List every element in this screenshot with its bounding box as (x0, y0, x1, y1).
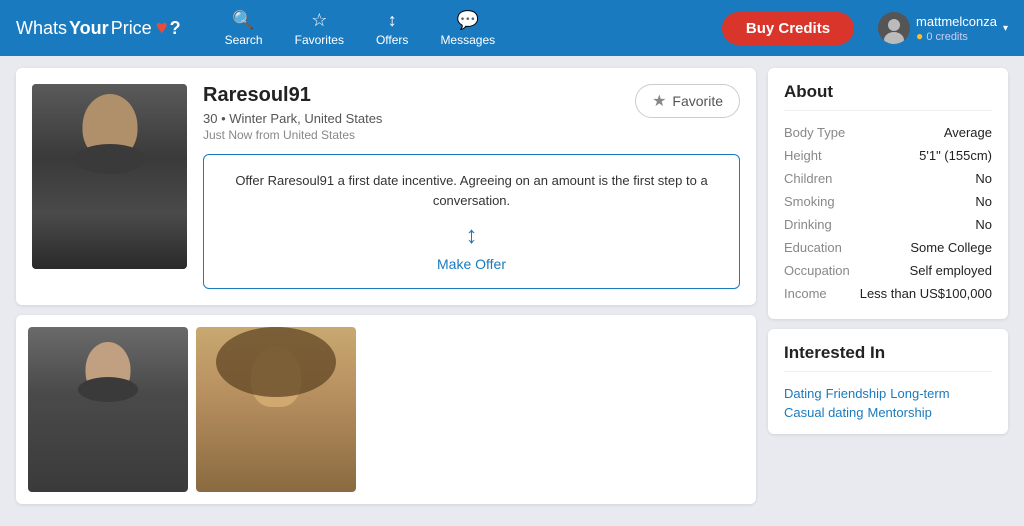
buy-credits-button[interactable]: Buy Credits (722, 12, 854, 45)
info-label: Smoking (784, 194, 835, 209)
interest-tag: Dating (784, 386, 822, 401)
about-rows: Body Type Average Height 5'1" (155cm) Childr… (784, 121, 992, 305)
interest-tag: Long-term (890, 386, 949, 401)
info-value: Self employed (910, 263, 992, 278)
nav-search-label: Search (225, 33, 263, 47)
interested-tags: Dating FriendshipLong-term Casual dating Me… (784, 382, 992, 420)
left-column: Raresoul91 30 • Winter Park, United Stat… (16, 68, 756, 504)
photo-thumb-1[interactable] (28, 327, 188, 492)
profile-age: 30 (203, 111, 217, 126)
logo-price: Price (111, 18, 152, 39)
nav-search[interactable]: 🔍 Search (213, 6, 275, 51)
profile-name: Raresoul91 (203, 84, 635, 107)
about-row: Occupation Self employed (784, 259, 992, 282)
info-label: Occupation (784, 263, 850, 278)
offer-text: Offer Raresoul91 a first date incentive.… (220, 171, 723, 210)
about-title: About (784, 82, 992, 111)
info-label: Education (784, 240, 842, 255)
main-content: Raresoul91 30 • Winter Park, United Stat… (0, 56, 1024, 516)
interest-tag: Friendship (826, 386, 887, 401)
chevron-down-icon: ▾ (1003, 23, 1008, 34)
profile-image (32, 84, 187, 269)
main-nav: 🔍 Search ☆ Favorites ↕ Offers 💬 Messages (213, 6, 508, 51)
about-row: Height 5'1" (155cm) (784, 144, 992, 167)
logo: WhatsYourPrice♥? (16, 17, 181, 40)
profile-meta: 30 • Winter Park, United States (203, 111, 635, 126)
user-name: mattmelconza (916, 14, 997, 29)
about-row: Children No (784, 167, 992, 190)
nav-offers-label: Offers (376, 33, 408, 47)
right-column: About Body Type Average Height 5'1" (155cm)… (768, 68, 1008, 504)
about-row: Drinking No (784, 213, 992, 236)
nav-messages[interactable]: 💬 Messages (428, 6, 507, 51)
user-details: mattmelconza ● 0 credits (916, 14, 997, 43)
about-row: Income Less than US$100,000 (784, 282, 992, 305)
nav-favorites[interactable]: ☆ Favorites (283, 6, 356, 51)
nav-favorites-label: Favorites (295, 33, 344, 47)
favorite-button[interactable]: ★ Favorite (635, 84, 740, 118)
messages-icon: 💬 (457, 10, 479, 31)
info-value: No (975, 171, 992, 186)
about-row: Body Type Average (784, 121, 992, 144)
nav-messages-label: Messages (440, 33, 495, 47)
interest-tag: Casual dating (784, 405, 864, 420)
info-value: 5'1" (155cm) (919, 148, 992, 163)
about-row: Education Some College (784, 236, 992, 259)
profile-status: Just Now from United States (203, 128, 635, 142)
info-label: Body Type (784, 125, 845, 140)
search-icon: 🔍 (232, 10, 254, 31)
info-value: No (975, 217, 992, 232)
profile-photo (32, 84, 187, 269)
info-value: No (975, 194, 992, 209)
interested-card: Interested In Dating FriendshipLong-term C… (768, 329, 1008, 434)
user-credits: ● 0 credits (916, 29, 997, 43)
logo-your: Your (69, 18, 109, 39)
profile-location: Winter Park, United States (229, 111, 382, 126)
info-value: Less than US$100,000 (860, 286, 992, 301)
offers-icon: ↕ (388, 10, 397, 31)
profile-info: Raresoul91 30 • Winter Park, United Stat… (203, 84, 740, 289)
photo-thumb-2[interactable] (196, 327, 356, 492)
credits-amount: 0 credits (926, 31, 968, 43)
info-label: Children (784, 171, 832, 186)
user-menu[interactable]: mattmelconza ● 0 credits ▾ (878, 12, 1008, 44)
offer-transfer-icon: ↕ (220, 222, 723, 250)
star-icon: ★ (652, 91, 666, 111)
info-label: Height (784, 148, 822, 163)
avatar (878, 12, 910, 44)
question-icon: ? (170, 18, 181, 39)
logo-whats: Whats (16, 18, 67, 39)
nav-offers[interactable]: ↕ Offers (364, 6, 420, 51)
interest-tag: Mentorship (868, 405, 932, 420)
info-value: Some College (910, 240, 992, 255)
photos-card (16, 315, 756, 504)
info-label: Income (784, 286, 827, 301)
profile-top-row: Raresoul91 30 • Winter Park, United Stat… (203, 84, 740, 154)
info-label: Drinking (784, 217, 832, 232)
header: WhatsYourPrice♥? 🔍 Search ☆ Favorites ↕ … (0, 0, 1024, 56)
favorite-label: Favorite (672, 93, 723, 109)
about-row: Smoking No (784, 190, 992, 213)
favorites-icon: ☆ (311, 10, 327, 31)
about-card: About Body Type Average Height 5'1" (155cm)… (768, 68, 1008, 319)
interested-title: Interested In (784, 343, 992, 372)
profile-name-block: Raresoul91 30 • Winter Park, United Stat… (203, 84, 635, 154)
coin-icon: ● (916, 29, 923, 43)
heart-icon: ♥ (156, 17, 168, 40)
offer-box: Offer Raresoul91 a first date incentive.… (203, 154, 740, 289)
info-value: Average (944, 125, 992, 140)
make-offer-link[interactable]: Make Offer (437, 256, 506, 272)
profile-card: Raresoul91 30 • Winter Park, United Stat… (16, 68, 756, 305)
